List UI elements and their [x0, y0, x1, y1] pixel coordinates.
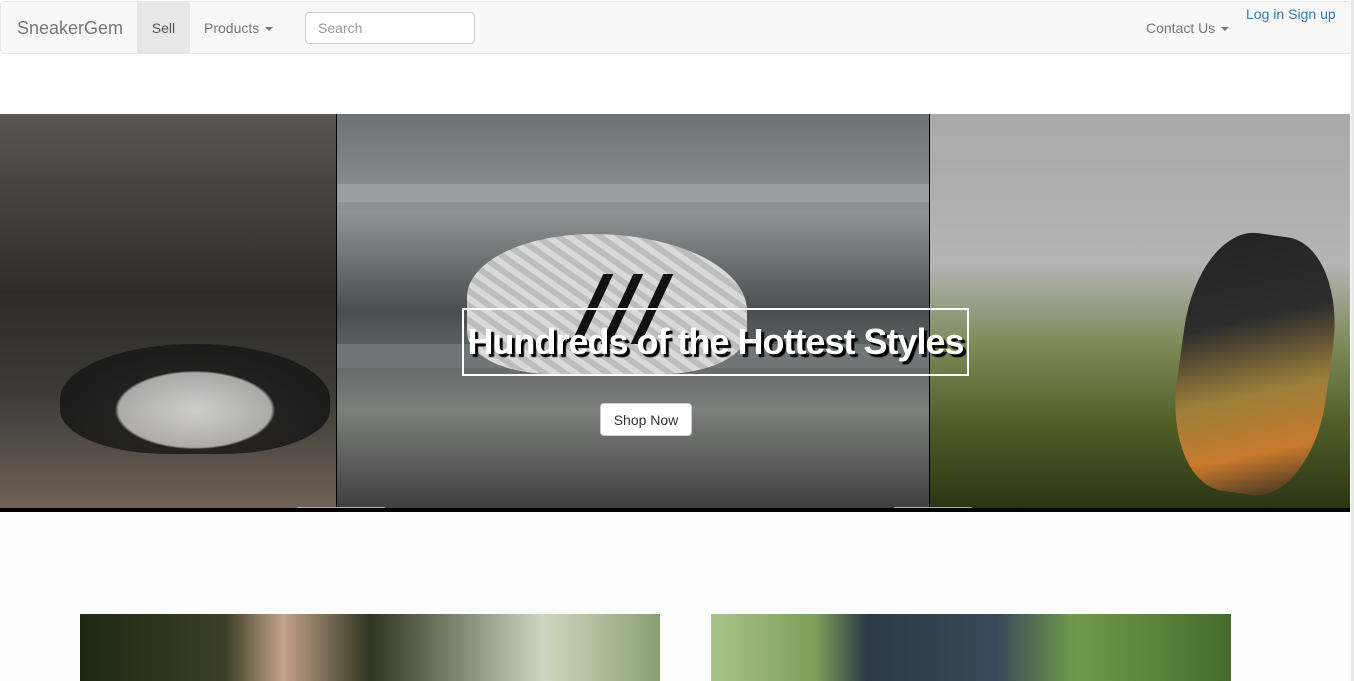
nav-contact-dropdown[interactable]: Contact Us	[1146, 20, 1230, 36]
page: SneakerGem Sell Products Contact Us Log …	[0, 0, 1354, 681]
login-link[interactable]: Log in	[1246, 6, 1284, 22]
hero-image-right	[930, 114, 1350, 508]
nav-contact-label: Contact Us	[1146, 20, 1216, 36]
hero-carousel: Hundreds of the Hottest Styles Shop Now	[0, 114, 1350, 512]
auth-links: Log in Sign up	[1246, 6, 1340, 22]
nav-sell[interactable]: Sell	[137, 2, 190, 53]
caret-down-icon	[265, 27, 274, 32]
featured-image-left[interactable]	[80, 614, 660, 681]
sneaker-photo	[60, 344, 330, 454]
featured-image-right[interactable]	[711, 614, 1231, 681]
hero-image-left	[0, 114, 336, 508]
nav-products-label: Products	[204, 20, 260, 36]
nav-sell-label: Sell	[151, 19, 176, 36]
shop-now-button[interactable]: Shop Now	[600, 403, 692, 436]
sneaker-photo	[1162, 224, 1348, 504]
navbar: SneakerGem Sell Products Contact Us Log …	[0, 1, 1352, 54]
signup-link[interactable]: Sign up	[1288, 6, 1335, 22]
nav-products-dropdown[interactable]: Products	[204, 20, 274, 36]
search-input[interactable]	[305, 12, 475, 44]
step-shape	[337, 184, 929, 202]
brand-logo[interactable]: SneakerGem	[17, 18, 123, 39]
featured-section	[0, 512, 1354, 681]
hero-headline: Hundreds of the Hottest Styles	[462, 308, 969, 376]
caret-down-icon	[1221, 27, 1230, 32]
